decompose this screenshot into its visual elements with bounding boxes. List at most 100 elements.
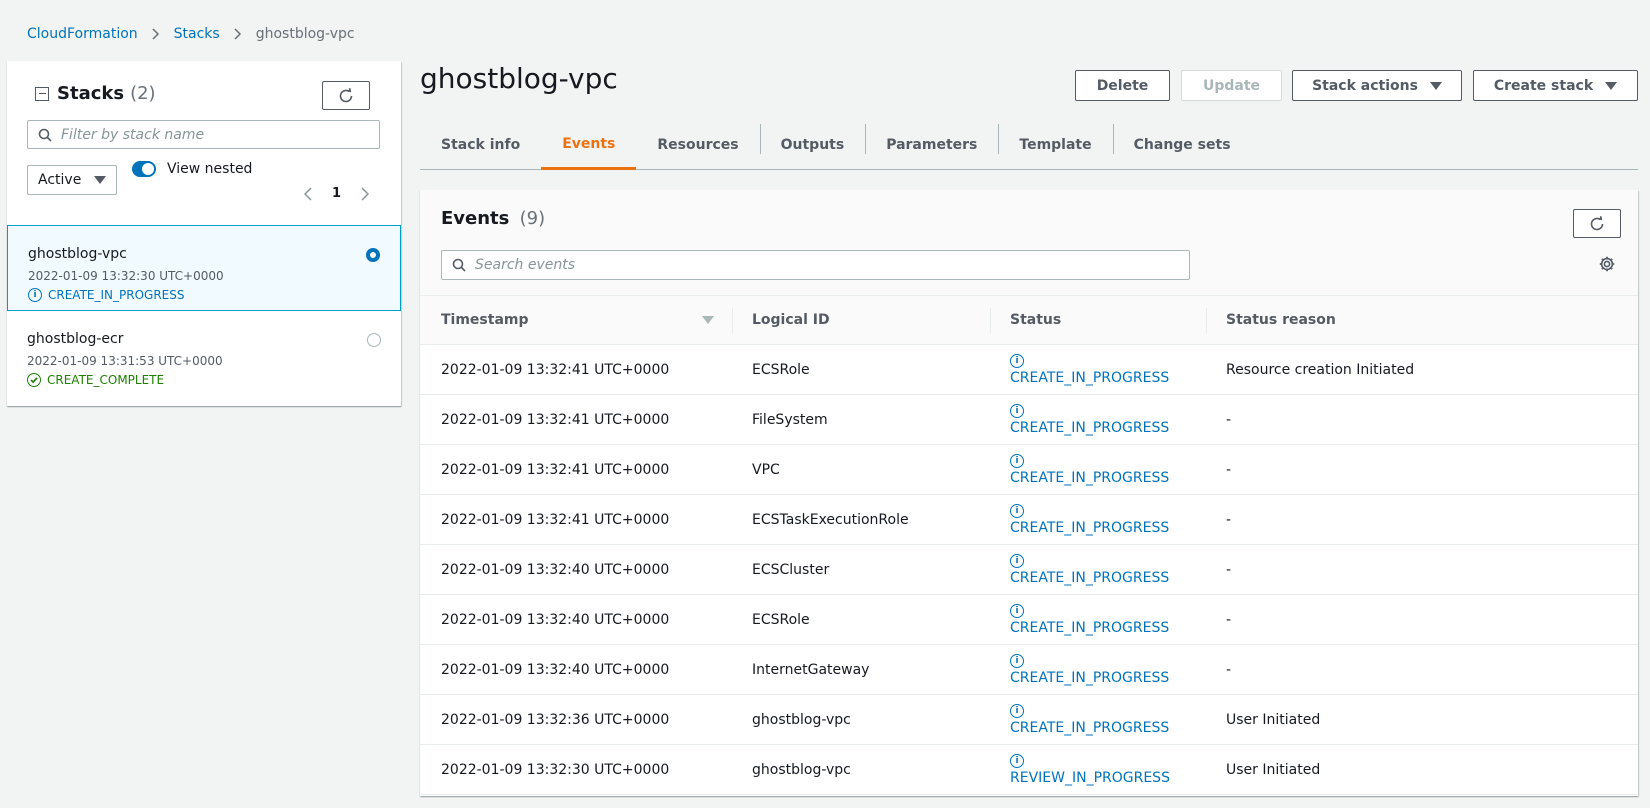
chevron-right-icon bbox=[234, 28, 242, 40]
cell-status-reason: Resource creation Initiated bbox=[1226, 362, 1415, 378]
sort-down-icon[interactable] bbox=[702, 316, 714, 324]
cell-timestamp: 2022-01-09 13:32:40 UTC+0000 bbox=[441, 612, 670, 628]
cell-status-text: REVIEW_IN_PROGRESS bbox=[1010, 770, 1170, 786]
events-count: (9) bbox=[519, 208, 546, 229]
tab-parameters[interactable]: Parameters bbox=[865, 120, 998, 170]
cell-logical-id: ghostblog-vpc bbox=[752, 712, 851, 728]
create-stack-button[interactable]: Create stack bbox=[1473, 70, 1638, 101]
cell-status-reason: - bbox=[1226, 462, 1232, 478]
table-row: 2022-01-09 13:32:41 UTC+0000 FileSystem i C… bbox=[420, 395, 1638, 445]
chevron-right-icon bbox=[152, 28, 160, 40]
events-title: Events (9) bbox=[441, 208, 545, 229]
cell-timestamp: 2022-01-09 13:32:40 UTC+0000 bbox=[441, 562, 670, 578]
tab-resources[interactable]: Resources bbox=[636, 120, 759, 170]
column-timestamp[interactable]: Timestamp bbox=[441, 296, 529, 344]
events-search-input[interactable]: Search events bbox=[441, 250, 1190, 280]
table-row: 2022-01-09 13:32:40 UTC+0000 InternetGate… bbox=[420, 645, 1638, 695]
table-row: 2022-01-09 13:32:41 UTC+0000 ECSTaskExecu… bbox=[420, 495, 1638, 545]
cell-logical-id: FileSystem bbox=[752, 412, 828, 428]
cell-logical-id: InternetGateway bbox=[752, 662, 870, 678]
page-number[interactable]: 1 bbox=[332, 186, 341, 201]
column-logical-id[interactable]: Logical ID bbox=[752, 296, 830, 344]
cell-status-text: CREATE_IN_PROGRESS bbox=[1010, 620, 1170, 636]
breadcrumb-current: ghostblog-vpc bbox=[255, 26, 355, 42]
view-nested-toggle[interactable]: View nested bbox=[132, 161, 252, 177]
stack-list-item[interactable]: ghostblog-vpc 2022-01-09 13:32:30 UTC+00… bbox=[7, 225, 401, 311]
events-refresh-button[interactable] bbox=[1573, 209, 1621, 238]
stack-filter-placeholder: Filter by stack name bbox=[61, 126, 205, 143]
stack-name[interactable]: ghostblog-vpc bbox=[28, 246, 380, 262]
stack-created-time: 2022-01-09 13:31:53 UTC+0000 bbox=[27, 354, 223, 368]
stack-actions-label: Stack actions bbox=[1312, 77, 1418, 94]
info-icon: i bbox=[28, 288, 42, 302]
stacks-refresh-button[interactable] bbox=[322, 81, 370, 110]
tab-outputs[interactable]: Outputs bbox=[759, 120, 866, 170]
cell-timestamp: 2022-01-09 13:32:41 UTC+0000 bbox=[441, 412, 670, 428]
cell-status-text: CREATE_IN_PROGRESS bbox=[1010, 720, 1170, 736]
stacks-panel-header: Stacks (2) bbox=[35, 83, 156, 104]
cell-status-reason: User Initiated bbox=[1226, 712, 1321, 728]
check-circle-icon bbox=[27, 373, 41, 387]
info-icon: i bbox=[1010, 404, 1024, 418]
gear-icon[interactable] bbox=[1598, 255, 1616, 273]
delete-button[interactable]: Delete bbox=[1075, 70, 1170, 101]
stack-status-select[interactable]: Active bbox=[27, 165, 117, 195]
chevron-left-icon[interactable] bbox=[304, 186, 312, 201]
cell-status: i REVIEW_IN_PROGRESS bbox=[1010, 745, 1170, 795]
breadcrumb-stacks[interactable]: Stacks bbox=[174, 26, 220, 42]
pagination: 1 bbox=[304, 186, 370, 201]
update-button-label: Update bbox=[1202, 77, 1261, 94]
cell-status: i CREATE_IN_PROGRESS bbox=[1010, 445, 1169, 495]
cell-status-reason: - bbox=[1226, 662, 1232, 678]
cell-logical-id: ECSRole bbox=[752, 362, 810, 378]
events-panel: Events (9) Search events Timestamp Logic… bbox=[420, 190, 1638, 796]
caret-down-icon bbox=[1429, 81, 1442, 90]
tab-change-sets[interactable]: Change sets bbox=[1112, 120, 1252, 170]
breadcrumb-cloudformation[interactable]: CloudFormation bbox=[27, 26, 138, 42]
page-title: ghostblog-vpc bbox=[420, 62, 618, 95]
cell-logical-id: ECSRole bbox=[752, 612, 810, 628]
breadcrumb: CloudFormation Stacks ghostblog-vpc bbox=[27, 26, 355, 42]
stack-radio[interactable] bbox=[367, 333, 381, 347]
stack-list-item[interactable]: ghostblog-ecr 2022-01-09 13:31:53 UTC+00… bbox=[7, 311, 401, 397]
stacks-panel: Stacks (2) Filter by stack name Active V… bbox=[7, 61, 401, 406]
cell-status: i CREATE_IN_PROGRESS bbox=[1010, 595, 1169, 645]
cell-status-text: CREATE_IN_PROGRESS bbox=[1010, 570, 1170, 586]
stack-name[interactable]: ghostblog-ecr bbox=[27, 331, 381, 347]
chevron-right-icon[interactable] bbox=[361, 186, 370, 201]
table-row: 2022-01-09 13:32:30 UTC+0000 ghostblog-vp… bbox=[420, 745, 1638, 795]
cell-status-text: CREATE_IN_PROGRESS bbox=[1010, 470, 1170, 486]
toggle-switch[interactable] bbox=[132, 161, 156, 177]
cell-status-reason: - bbox=[1226, 562, 1232, 578]
stack-actions-button[interactable]: Stack actions bbox=[1292, 70, 1462, 101]
cell-status: i CREATE_IN_PROGRESS bbox=[1010, 495, 1169, 545]
events-search-placeholder: Search events bbox=[475, 257, 576, 273]
table-row: 2022-01-09 13:32:41 UTC+0000 VPC i CREATE_I… bbox=[420, 445, 1638, 495]
cell-status: i CREATE_IN_PROGRESS bbox=[1010, 545, 1169, 595]
column-divider bbox=[990, 308, 991, 334]
column-divider bbox=[1206, 308, 1207, 334]
update-button[interactable]: Update bbox=[1181, 70, 1282, 101]
stack-filter-input[interactable]: Filter by stack name bbox=[27, 120, 380, 149]
tab-stack-info[interactable]: Stack info bbox=[420, 120, 541, 170]
tab-events[interactable]: Events bbox=[541, 120, 637, 170]
column-status[interactable]: Status bbox=[1010, 296, 1061, 344]
delete-button-label: Delete bbox=[1096, 77, 1149, 94]
cell-status-reason: - bbox=[1226, 412, 1232, 428]
stack-radio-selected[interactable] bbox=[366, 248, 380, 262]
cell-status-reason: - bbox=[1226, 512, 1232, 528]
cell-logical-id: ECSTaskExecutionRole bbox=[752, 512, 909, 528]
stacks-panel-title: Stacks bbox=[57, 83, 125, 104]
events-title-text: Events bbox=[441, 208, 510, 229]
events-table-header: Timestamp Logical ID Status Status reaso… bbox=[420, 295, 1638, 345]
cell-status-text: CREATE_IN_PROGRESS bbox=[1010, 670, 1170, 686]
search-icon bbox=[452, 258, 466, 272]
info-icon: i bbox=[1010, 654, 1024, 668]
table-row: 2022-01-09 13:32:40 UTC+0000 ECSRole i CREA… bbox=[420, 595, 1638, 645]
tab-template[interactable]: Template bbox=[998, 120, 1112, 170]
column-status-reason[interactable]: Status reason bbox=[1226, 296, 1336, 344]
search-icon bbox=[38, 128, 52, 142]
collapse-icon[interactable] bbox=[35, 86, 49, 101]
stack-status-text: CREATE_COMPLETE bbox=[47, 373, 165, 387]
stacks-count: (2) bbox=[130, 83, 156, 104]
